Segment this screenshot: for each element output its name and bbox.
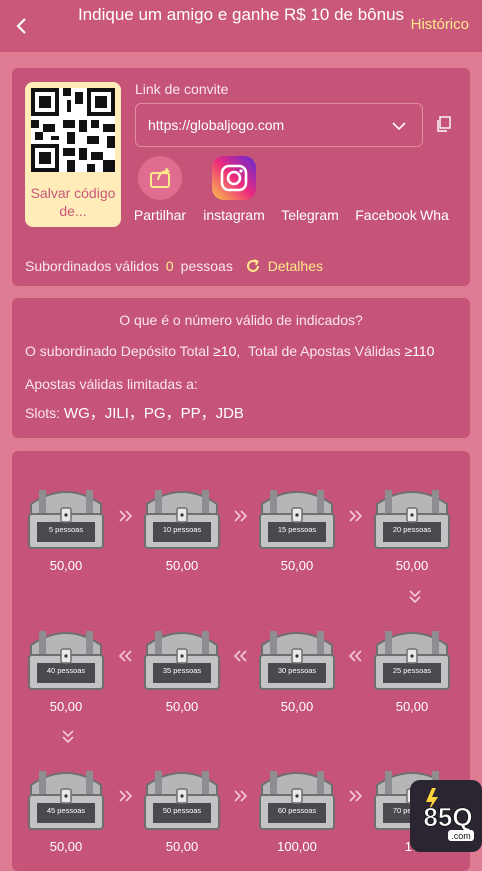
rules-card: O que é o número válido de indicados? O … — [12, 298, 470, 438]
rules-slots: Slots: WG，JILI，PG，PP，JDB — [25, 402, 244, 423]
qr-code — [31, 88, 115, 172]
share-label: Partilhar — [133, 207, 187, 223]
reward-chest[interactable]: 15 pessoas — [256, 482, 338, 552]
reward-chest[interactable]: 5 pessoas — [25, 482, 107, 552]
share-label: Telegram — [281, 207, 339, 223]
share-label: Facebook — [355, 207, 417, 223]
double-chevron-left-icon — [119, 650, 132, 662]
invite-link-value: https://globaljogo.com — [148, 117, 285, 133]
double-chevron-right-icon — [349, 510, 362, 522]
share-label: Wha — [420, 207, 449, 223]
rules-bets-value: ≥110 — [404, 343, 435, 359]
chest-label: 10 pessoas — [162, 525, 202, 534]
copy-icon[interactable] — [436, 116, 452, 132]
double-chevron-down-icon — [409, 590, 421, 603]
reward-chest[interactable]: 25 pessoas — [371, 623, 453, 693]
telegram-icon — [288, 156, 332, 200]
details-link[interactable]: Detalhes — [268, 258, 323, 274]
svg-text:85Q: 85Q — [423, 802, 472, 832]
share-icon — [138, 156, 182, 200]
back-arrow-icon[interactable] — [10, 14, 34, 38]
invite-card: Salvar código de... Link de convite http… — [12, 68, 470, 286]
double-chevron-right-icon — [234, 790, 247, 802]
page-title: Indique um amigo e ganhe R$ 10 de bônus — [77, 5, 405, 24]
brand-badge: 85Q .com — [410, 780, 482, 852]
chest-label: 25 pessoas — [392, 666, 432, 675]
chest-label: 35 pessoas — [162, 666, 202, 675]
reward-amount: 50,00 — [280, 558, 314, 573]
double-chevron-right-icon — [234, 510, 247, 522]
double-chevron-left-icon — [234, 650, 247, 662]
app-header: Indique um amigo e ganhe R$ 10 de bônus … — [0, 0, 482, 52]
whatsapp-icon — [420, 156, 458, 200]
history-link[interactable]: Histórico — [411, 16, 469, 33]
share-whatsapp[interactable]: Wha — [420, 156, 458, 223]
reward-chest[interactable]: 50 pessoas — [141, 763, 223, 833]
reward-amount: 50,00 — [395, 558, 429, 573]
rules-question: O que é o número válido de indicados? — [119, 312, 363, 328]
share-instagram[interactable]: instagram — [194, 156, 274, 223]
svg-text:.com: .com — [451, 831, 471, 841]
qr-caption: Salvar código de... — [30, 185, 116, 219]
chest-label: 45 pessoas — [46, 806, 86, 815]
chest-label: 20 pessoas — [392, 525, 432, 534]
subordinates-row: Subordinados válidos 0 pessoas Detalhes — [25, 257, 323, 275]
chest-label: 5 pessoas — [48, 525, 84, 534]
reward-amount: 50,00 — [49, 558, 83, 573]
share-facebook[interactable]: Facebook — [346, 156, 426, 223]
double-chevron-right-icon — [119, 790, 132, 802]
reward-chest[interactable]: 20 pessoas — [371, 482, 453, 552]
reward-amount: 50,00 — [165, 558, 199, 573]
invite-link-field[interactable]: https://globaljogo.com — [135, 103, 423, 147]
invite-link-label: Link de convite — [135, 81, 229, 97]
chest-label: 15 pessoas — [277, 525, 317, 534]
chest-label: 60 pessoas — [277, 806, 317, 815]
reward-chest[interactable]: 45 pessoas — [25, 763, 107, 833]
subordinates-unit: pessoas — [180, 258, 233, 274]
instagram-icon — [212, 156, 256, 200]
subordinates-count: 0 — [165, 258, 174, 274]
chevron-down-icon — [392, 122, 406, 131]
share-partilhar[interactable]: Partilhar — [120, 156, 200, 223]
rules-deposit-label: O subordinado Depósito Total — [25, 343, 210, 359]
rules-bets-label: Total de Apostas Válidas — [248, 343, 401, 359]
double-chevron-right-icon — [349, 790, 362, 802]
slots-label: Slots: — [25, 405, 61, 421]
reward-chest[interactable]: 10 pessoas — [141, 482, 223, 552]
facebook-icon — [364, 156, 408, 200]
double-chevron-right-icon — [119, 510, 132, 522]
share-label: instagram — [203, 207, 265, 223]
reward-chest[interactable]: 35 pessoas — [141, 623, 223, 693]
subordinates-label: Subordinados válidos — [25, 258, 159, 274]
reward-amount: 50,00 — [165, 699, 199, 714]
reward-chest[interactable]: 30 pessoas — [256, 623, 338, 693]
reward-chest[interactable]: 40 pessoas — [25, 623, 107, 693]
slots-list: WG，JILI，PG，PP，JDB — [63, 405, 244, 422]
refresh-icon[interactable] — [244, 257, 262, 275]
reward-amount: 50,00 — [395, 699, 429, 714]
share-telegram[interactable]: Telegram — [270, 156, 350, 223]
rewards-card: 5 pessoas 50,00 10 pessoas 50,00 15 pessoa… — [12, 451, 470, 871]
chest-label: 30 pessoas — [277, 666, 317, 675]
rules-line-2: Apostas válidas limitadas a: — [25, 376, 198, 392]
chest-label: 40 pessoas — [46, 666, 86, 675]
rules-line-1: O subordinado Depósito Total ≥10, Total … — [25, 343, 435, 359]
qr-save-button[interactable]: Salvar código de... — [25, 82, 121, 227]
rules-deposit-value: ≥10 — [213, 343, 237, 359]
reward-amount: 50,00 — [49, 699, 83, 714]
brand-logo: 85Q .com — [423, 788, 474, 841]
double-chevron-down-icon — [62, 730, 74, 743]
chest-label: 50 pessoas — [162, 806, 202, 815]
double-chevron-left-icon — [349, 650, 362, 662]
reward-chest[interactable]: 60 pessoas — [256, 763, 338, 833]
reward-amount: 50,00 — [280, 699, 314, 714]
